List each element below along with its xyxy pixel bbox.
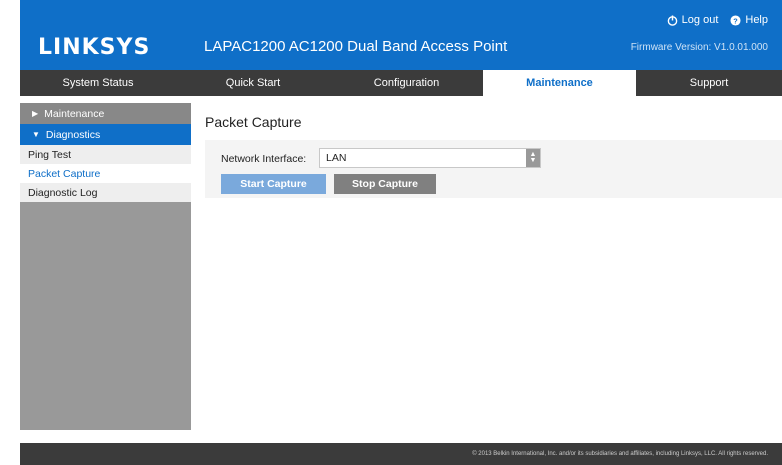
tab-support[interactable]: Support bbox=[636, 70, 782, 96]
sidebar-group-label: Diagnostics bbox=[45, 128, 101, 141]
product-name: LAPAC1200 AC1200 Dual Band Access Point bbox=[204, 38, 508, 55]
tab-configuration[interactable]: Configuration bbox=[330, 70, 483, 96]
caret-right-icon: ▶ bbox=[32, 109, 39, 118]
copyright-text: © 2013 Belkin International, Inc. and/or… bbox=[472, 451, 768, 457]
sidebar-group-label: Maintenance bbox=[44, 107, 105, 120]
sidebar-item-ping-test[interactable]: Ping Test bbox=[20, 145, 191, 164]
linksys-logo: LINKSYS bbox=[38, 35, 151, 60]
top-links: Log out ? Help bbox=[667, 14, 768, 26]
start-capture-button[interactable]: Start Capture bbox=[221, 174, 326, 194]
header: LINKSYS LAPAC1200 AC1200 Dual Band Acces… bbox=[20, 0, 782, 70]
main-nav: System Status Quick Start Configuration … bbox=[20, 70, 782, 96]
page-title: Packet Capture bbox=[205, 114, 302, 130]
app-window: LINKSYS LAPAC1200 AC1200 Dual Band Acces… bbox=[20, 0, 782, 465]
tab-system-status[interactable]: System Status bbox=[20, 70, 176, 96]
network-interface-value: LAN bbox=[326, 152, 347, 164]
network-interface-select[interactable]: LAN ▲ ▼ bbox=[319, 148, 541, 168]
capture-panel: Network Interface: LAN ▲ ▼ Start Capture … bbox=[205, 140, 782, 198]
sidebar: ▶ Maintenance ▼ Diagnostics Ping Test Pa… bbox=[20, 103, 191, 430]
firmware-version: Firmware Version: V1.0.01.000 bbox=[630, 42, 768, 53]
help-link[interactable]: ? Help bbox=[730, 14, 768, 26]
sidebar-group-diagnostics[interactable]: ▼ Diagnostics bbox=[20, 124, 191, 145]
sidebar-item-packet-capture[interactable]: Packet Capture bbox=[20, 164, 191, 183]
network-interface-label: Network Interface: bbox=[221, 153, 307, 165]
logout-label: Log out bbox=[681, 14, 719, 26]
svg-text:?: ? bbox=[734, 16, 739, 25]
tab-maintenance[interactable]: Maintenance bbox=[483, 70, 636, 96]
caret-down-icon: ▼ bbox=[32, 130, 40, 139]
sidebar-item-diagnostic-log[interactable]: Diagnostic Log bbox=[20, 183, 191, 202]
tab-quick-start[interactable]: Quick Start bbox=[176, 70, 330, 96]
sidebar-group-maintenance[interactable]: ▶ Maintenance bbox=[20, 103, 191, 124]
help-label: Help bbox=[745, 14, 768, 26]
logout-link[interactable]: Log out bbox=[667, 14, 719, 26]
help-icon: ? bbox=[730, 14, 741, 26]
footer: © 2013 Belkin International, Inc. and/or… bbox=[20, 443, 782, 465]
select-arrows-icon: ▲ ▼ bbox=[526, 149, 540, 167]
stop-capture-button[interactable]: Stop Capture bbox=[334, 174, 436, 194]
power-icon bbox=[667, 14, 677, 26]
